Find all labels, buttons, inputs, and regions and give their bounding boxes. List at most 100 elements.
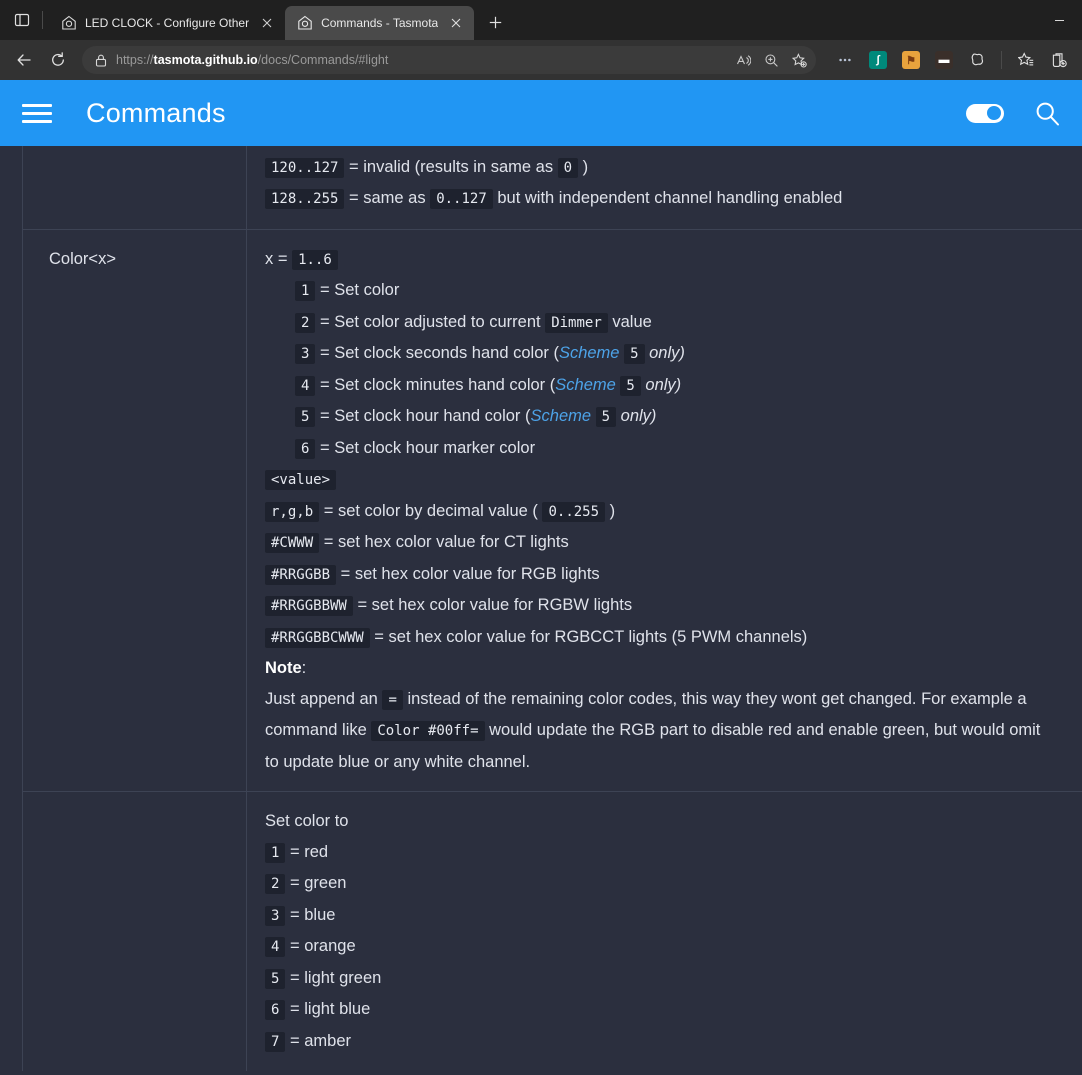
text-run: = Set color [315, 281, 399, 299]
command-name: Color<x> [49, 250, 116, 268]
search-icon[interactable] [1030, 96, 1064, 130]
extension-teal-icon[interactable]: ∫ [863, 45, 893, 75]
code-span: 6 [295, 439, 315, 459]
italic-text: only) [616, 407, 656, 425]
tab-title: LED CLOCK - Configure Other [85, 16, 249, 30]
text-run: = amber [285, 1032, 351, 1050]
description-line: x = 1..6 [265, 244, 1082, 276]
url-host: tasmota.github.io [154, 53, 258, 67]
description-line: #RRGGBBWW = set hex color value for RGBW… [265, 590, 1082, 622]
text-run: value [608, 313, 652, 331]
back-button[interactable] [8, 44, 40, 76]
code-span: Color #00ff= [371, 721, 484, 741]
text-run: Just append an [265, 690, 382, 708]
hamburger-menu-icon[interactable] [22, 96, 56, 130]
text-run: = blue [285, 906, 335, 924]
hamburger-bar [22, 104, 52, 107]
code-span: 1..6 [292, 250, 338, 270]
description-line: 4 = orange [265, 931, 1082, 963]
code-span: Dimmer [545, 313, 608, 333]
text-run: = Set color adjusted to current [315, 313, 545, 331]
description-line: 128..255 = same as 0..127 but with indep… [265, 183, 1082, 215]
zoom-icon[interactable] [758, 48, 784, 72]
table-row: Set color to1 = red2 = green3 = blue4 = … [23, 792, 1082, 1072]
italic-text: only) [641, 376, 681, 394]
minimize-button[interactable] [1036, 4, 1082, 36]
code-span: #RRGGBBCWWW [265, 628, 370, 648]
collections-icon[interactable] [1044, 45, 1074, 75]
add-favorite-icon[interactable] [786, 48, 812, 72]
text-run: ) [578, 158, 588, 176]
omnibox-actions [730, 48, 812, 72]
hamburger-bar [22, 112, 52, 115]
tab-list-icon[interactable] [8, 6, 36, 34]
tab-commands-tasmota[interactable]: Commands - Tasmota [285, 6, 474, 40]
extension-orange-icon[interactable]: ⚑ [896, 45, 926, 75]
inline-link[interactable]: Scheme [555, 376, 616, 394]
window-controls [1036, 0, 1082, 40]
text-run: = set hex color value for RGBCCT lights … [370, 628, 808, 646]
text-run: = Set clock hour marker color [315, 439, 535, 457]
close-icon[interactable] [257, 13, 277, 33]
note-paragraph: Just append an = instead of the remainin… [265, 684, 1055, 778]
code-span: 0..255 [542, 502, 605, 522]
inline-link[interactable]: Scheme [559, 344, 620, 362]
tasmota-icon [296, 15, 313, 32]
new-tab-button[interactable] [480, 7, 510, 37]
description-line: <value> [265, 464, 1082, 496]
description-line: 5 = Set clock hour hand color (Scheme 5 … [265, 401, 1082, 433]
code-span: 1 [265, 843, 285, 863]
code-span: 5 [624, 344, 644, 364]
tab-divider [42, 11, 43, 29]
hamburger-bar [22, 120, 52, 123]
code-span: 120..127 [265, 158, 344, 178]
code-span: #RRGGBB [265, 565, 336, 585]
code-span: 5 [265, 969, 285, 989]
command-description-cell: 1..119 = according to this table120..127… [247, 146, 1082, 229]
code-span: r,g,b [265, 502, 319, 522]
read-aloud-icon[interactable] [730, 48, 756, 72]
table-row: 1..119 = according to this table120..127… [23, 146, 1082, 229]
command-description-cell: Set color to1 = red2 = green3 = blue4 = … [247, 792, 1082, 1072]
commands-table-body: 1..119 = according to this table120..127… [23, 146, 1082, 1071]
description-line: #RRGGBBCWWW = set hex color value for RG… [265, 622, 1082, 654]
code-span: 4 [295, 376, 315, 396]
text-run: x = [265, 250, 292, 268]
extension-dark-glyph: ▬ [935, 51, 953, 69]
code-span: 2 [295, 313, 315, 333]
command-name-cell [23, 792, 247, 1072]
url-path: /docs/Commands/#light [258, 53, 389, 67]
tab-led-clock[interactable]: LED CLOCK - Configure Other [49, 6, 285, 40]
description-line: 5 = light green [265, 963, 1082, 995]
text-run: = invalid (results in same as [344, 158, 557, 176]
browser-essentials-icon[interactable] [962, 45, 992, 75]
url-scheme: https:// [116, 53, 154, 67]
description-line: 120..127 = invalid (results in same as 0… [265, 152, 1082, 184]
address-bar[interactable]: https://tasmota.github.io/docs/Commands/… [82, 46, 816, 74]
close-icon[interactable] [446, 13, 466, 33]
code-span: <value> [265, 470, 336, 490]
italic-text: only) [645, 344, 685, 362]
text-run: = orange [285, 937, 355, 955]
toolbar-divider [1001, 51, 1002, 69]
description-line: 1 = red [265, 837, 1082, 869]
browser-window: LED CLOCK - Configure Other Commands - T… [0, 0, 1082, 1075]
page-title: Commands [86, 98, 226, 129]
text-run: = Set clock hour hand color ( [315, 407, 530, 425]
description-line: 6 = light blue [265, 994, 1082, 1026]
code-span: #CWWW [265, 533, 319, 553]
code-span: 1 [295, 281, 315, 301]
text-run: = Set clock minutes hand color ( [315, 376, 555, 394]
code-span: 5 [620, 376, 640, 396]
app-header: Commands [0, 80, 1082, 146]
theme-toggle[interactable] [966, 104, 1004, 123]
extensions-dots-icon[interactable] [830, 45, 860, 75]
text-run: = set hex color value for RGB lights [336, 565, 600, 583]
favorites-icon[interactable] [1011, 45, 1041, 75]
inline-link[interactable]: Scheme [531, 407, 592, 425]
command-description-cell: x = 1..61 = Set color2 = Set color adjus… [247, 229, 1082, 792]
description-line: 1 = Set color [265, 275, 1082, 307]
page-content[interactable]: 1..119 = according to this table120..127… [0, 146, 1082, 1075]
refresh-button[interactable] [42, 44, 74, 76]
extension-dark-icon[interactable]: ▬ [929, 45, 959, 75]
